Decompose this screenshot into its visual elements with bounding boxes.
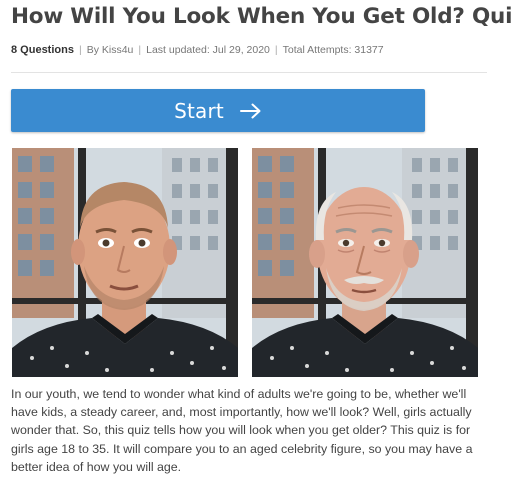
quiz-meta: 8 Questions | By Kiss4u | Last updated: Jul …: [11, 44, 384, 56]
quiz-description: In our youth, we tend to wonder what kin…: [11, 387, 473, 474]
start-button[interactable]: Start: [11, 89, 425, 132]
young-face-photo: [12, 148, 238, 377]
total-attempts: Total Attempts: 31377: [282, 44, 384, 56]
quiz-author: By Kiss4u: [86, 44, 134, 56]
header-divider: [11, 72, 487, 73]
meta-separator: |: [274, 44, 278, 56]
meta-separator: |: [138, 44, 142, 56]
start-button-label: Start: [174, 98, 224, 123]
quiz-title: How Will You Look When You Get Old? Quiz…: [11, 4, 512, 29]
meta-separator: |: [78, 44, 82, 56]
arrow-right-icon: [239, 103, 262, 119]
old-face-photo: [252, 148, 478, 377]
last-updated: Last updated: Jul 29, 2020: [146, 44, 270, 56]
question-count: 8 Questions: [11, 44, 74, 56]
